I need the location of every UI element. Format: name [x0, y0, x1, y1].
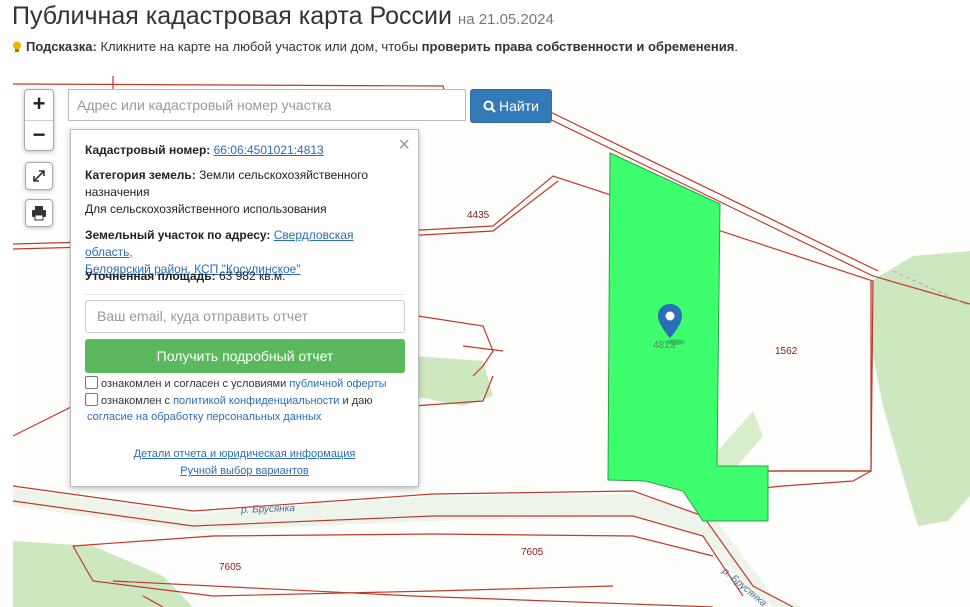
cadastral-number-link[interactable]: 66:06:4501021:4813 — [214, 143, 324, 157]
river-label-1: р. Брусянка — [240, 503, 296, 516]
details-link[interactable]: Детали отчета и юридическая информация — [134, 448, 356, 460]
title-date: на 21.05.2024 — [457, 11, 554, 28]
privacy-link[interactable]: политикой конфиденциальности — [173, 395, 339, 407]
print-button[interactable] — [25, 199, 53, 227]
privacy-consent: ознакомлен с политикой конфиденциальност… — [85, 393, 372, 425]
category-row: Категория земель: Земли сельскохозяйстве… — [85, 167, 404, 218]
details-link-row: Детали отчета и юридическая информация — [71, 448, 418, 460]
hint-bold-text: проверить права собственности и обремене… — [421, 39, 735, 54]
get-report-button[interactable]: Получить подробный отчет — [85, 339, 405, 373]
search-input[interactable]: Адрес или кадастровый номер участка — [68, 89, 466, 121]
expand-icon — [33, 170, 45, 182]
manual-link-row: Ручной выбор вариантов — [71, 465, 418, 477]
offer-consent: ознакомлен и согласен с условиями публич… — [85, 376, 387, 392]
privacy-consent-text-2: и даю — [339, 395, 373, 407]
email-field[interactable]: Ваш email, куда отправить отчет — [85, 300, 405, 333]
title-text: Публичная кадастровая карта России — [12, 2, 452, 30]
zoom-in-button[interactable]: + — [25, 90, 53, 121]
parcel-label-7605b: 7605 — [219, 562, 242, 573]
parcel-label-4435: 4435 — [467, 210, 490, 221]
divider — [85, 294, 404, 295]
category-value-2: назначения — [85, 185, 150, 199]
privacy-checkbox[interactable] — [85, 393, 98, 406]
zoom-out-button[interactable]: − — [25, 121, 53, 151]
search-button-label: Найти — [499, 98, 539, 114]
cadastral-map[interactable]: 4435 4813 1562 7605 7605 р. Брусянка р. … — [13, 76, 970, 607]
data-processing-link[interactable]: согласие на обработку персональных данны… — [87, 411, 321, 423]
offer-consent-text: ознакомлен и согласен с условиями — [101, 378, 290, 390]
address-label: Земельный участок по адресу: — [85, 228, 271, 242]
usage-value: Для сельскохозяйственного использования — [85, 202, 327, 216]
category-label: Категория земель: — [85, 168, 196, 182]
area-label: Уточненная площадь: — [85, 269, 216, 283]
hint-end: . — [734, 39, 738, 54]
vegetation-area — [413, 356, 493, 406]
fullscreen-button[interactable] — [25, 162, 53, 190]
zoom-control: + − — [24, 89, 54, 151]
search-icon — [483, 100, 496, 113]
cadastral-row: Кадастровый номер: 66:06:4501021:4813 — [85, 142, 404, 159]
cadastral-label: Кадастровый номер: — [85, 143, 211, 157]
hint-bar: Подсказка: Кликните на карте на любой уч… — [12, 39, 738, 54]
offer-link[interactable]: публичной оферты — [289, 378, 386, 390]
area-value: 63 982 кв.м. — [218, 269, 286, 283]
selected-parcel[interactable] — [607, 152, 769, 522]
vegetation-area — [13, 541, 193, 607]
hint-label: Подсказка: — [26, 39, 97, 54]
vegetation-area — [871, 251, 970, 526]
offer-checkbox[interactable] — [85, 376, 98, 389]
category-value: Земли сельскохозяйственного — [199, 168, 369, 182]
parcel-label-1562: 1562 — [775, 346, 798, 357]
parcel-label-7605a: 7605 — [521, 547, 544, 558]
search-button[interactable]: Найти — [470, 89, 552, 123]
manual-selection-link[interactable]: Ручной выбор вариантов — [180, 465, 308, 477]
lightbulb-icon — [13, 41, 21, 52]
printer-icon — [32, 206, 46, 221]
privacy-consent-text: ознакомлен с — [101, 395, 174, 407]
parcel-label-4813: 4813 — [653, 340, 676, 351]
area-row: Уточненная площадь: 63 982 кв.м. — [85, 268, 404, 285]
hint-text: Кликните на карте на любой участок или д… — [96, 39, 422, 54]
page-title: Публичная кадастровая карта России на 21.… — [12, 2, 554, 31]
parcel-info-popup: × Кадастровый номер: 66:06:4501021:4813 … — [70, 129, 419, 487]
